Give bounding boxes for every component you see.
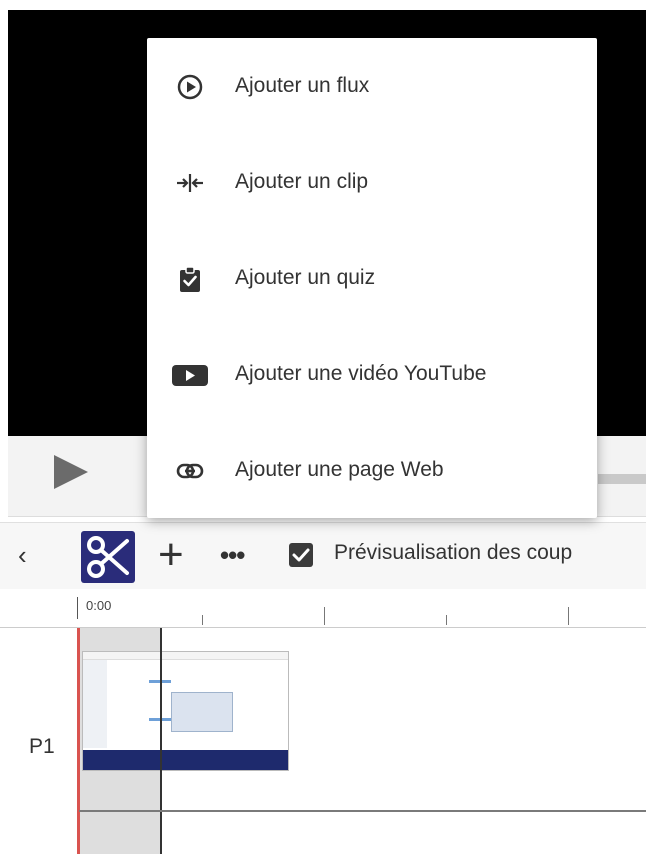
add-menu: Ajouter un flux Ajouter un clip Ajouter …: [147, 38, 597, 518]
youtube-icon: [171, 360, 209, 390]
track-divider: [79, 810, 646, 812]
menu-item-add-clip[interactable]: Ajouter un clip: [147, 134, 597, 230]
thumb-band: [83, 750, 288, 770]
menu-item-add-webpage[interactable]: Ajouter une page Web: [147, 422, 597, 518]
thumb-window: [171, 692, 233, 732]
thumb-topbar: [83, 652, 288, 660]
ruler-tick: [446, 615, 447, 625]
thumb-sidebar: [83, 660, 107, 748]
play-circle-icon: [175, 72, 205, 102]
menu-item-add-quiz[interactable]: Ajouter un quiz: [147, 230, 597, 326]
clipboard-check-icon: [175, 264, 205, 294]
menu-item-label: Ajouter un quiz: [235, 266, 376, 289]
plus-icon[interactable]: +: [158, 530, 184, 580]
scissors-button[interactable]: [81, 531, 135, 583]
preview-checkbox-label[interactable]: Prévisualisation des coup: [334, 541, 572, 565]
ruler-time-label: 0:00: [86, 598, 112, 613]
ruler-tick: [568, 607, 569, 625]
menu-item-label: Ajouter un flux: [235, 74, 370, 97]
play-icon[interactable]: [54, 455, 88, 489]
track-label: P1: [29, 735, 55, 758]
link-icon: [175, 456, 205, 486]
check-icon: [292, 548, 310, 562]
playhead[interactable]: [160, 628, 162, 854]
insert-clip-icon: [175, 168, 205, 198]
menu-item-add-stream[interactable]: Ajouter un flux: [147, 38, 597, 134]
menu-item-label: Ajouter une page Web: [235, 458, 444, 481]
ruler-tick: [202, 615, 203, 625]
progress-bar[interactable]: [598, 474, 646, 484]
clip-start-marker: [77, 628, 80, 854]
chevron-left-icon[interactable]: ‹: [18, 540, 27, 570]
menu-item-add-youtube[interactable]: Ajouter une vidéo YouTube: [147, 326, 597, 422]
preview-checkbox[interactable]: [289, 543, 313, 567]
menu-item-label: Ajouter un clip: [235, 170, 369, 193]
scissors-icon: [87, 536, 129, 578]
more-horizontal-icon[interactable]: •••: [220, 530, 245, 580]
menu-item-label: Ajouter une vidéo YouTube: [235, 362, 487, 385]
ruler-tick: [324, 607, 325, 625]
ruler-start-tick: [77, 597, 78, 619]
clip-thumbnail[interactable]: [82, 651, 289, 771]
